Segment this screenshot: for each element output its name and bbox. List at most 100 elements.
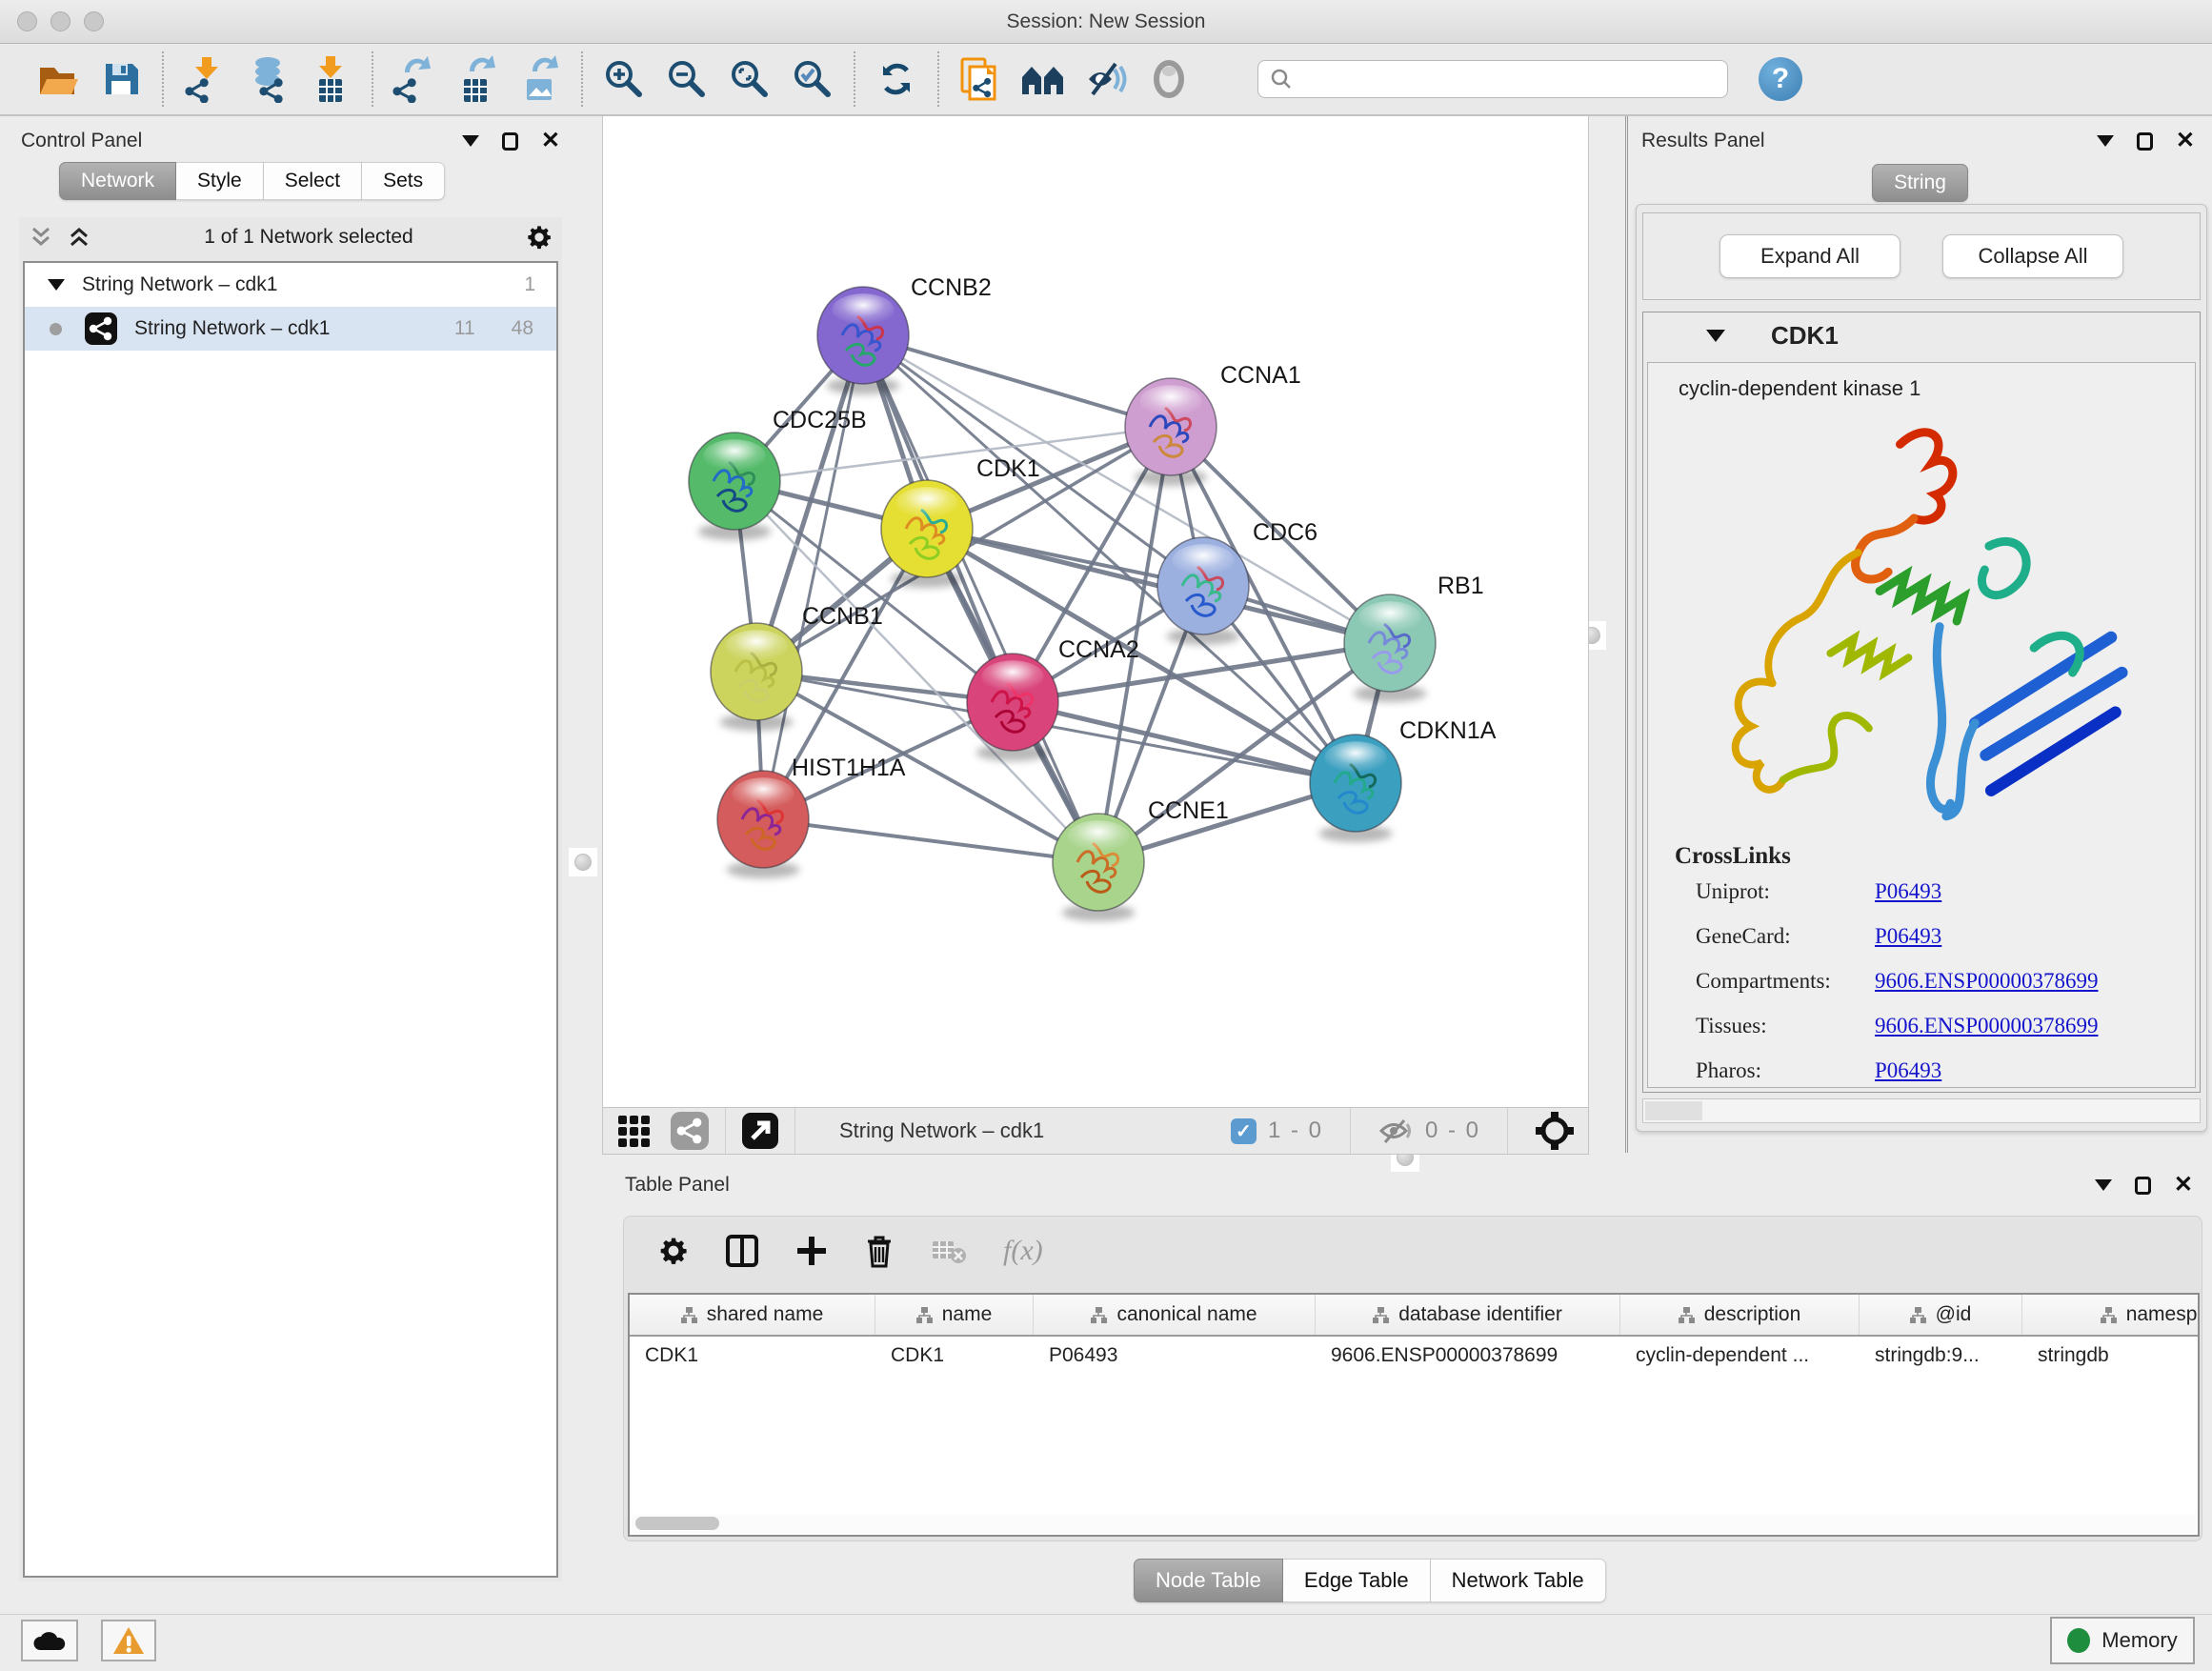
cloud-icon (30, 1627, 69, 1654)
network-node-rb1[interactable] (1344, 594, 1436, 702)
import-network-button[interactable] (173, 49, 236, 110)
zoom-in-button[interactable] (593, 49, 655, 110)
column-header[interactable]: shared name (630, 1295, 875, 1335)
tab-network-table[interactable]: Network Table (1431, 1559, 1606, 1602)
network-edge[interactable] (863, 335, 1098, 862)
network-node-ccnb2[interactable] (817, 287, 909, 394)
node-table[interactable]: shared namenamecanonical namedatabase id… (628, 1293, 2200, 1537)
crosslink-value-link[interactable]: P06493 (1875, 1058, 1941, 1083)
column-header[interactable]: @id (1860, 1295, 2022, 1335)
zoom-fit-button[interactable] (718, 49, 781, 110)
network-node-hist1h1a[interactable] (717, 771, 809, 878)
network-node-cdkn1a[interactable] (1310, 735, 1401, 842)
column-header[interactable]: namespace (2022, 1295, 2200, 1335)
network-edge[interactable] (863, 335, 1171, 427)
expand-all-icon[interactable] (67, 226, 91, 249)
expand-all-button[interactable]: Expand All (1719, 234, 1900, 278)
show-columns-icon[interactable] (725, 1234, 759, 1268)
entry-caret-icon[interactable] (1706, 330, 1725, 342)
network-row[interactable]: String Network – cdk1 11 48 (25, 307, 556, 351)
fit-selected-crosshair-icon[interactable] (1535, 1111, 1575, 1151)
show-all-button[interactable] (1137, 49, 1200, 110)
table-cell[interactable]: CDK1 (630, 1337, 875, 1379)
collapse-all-icon[interactable] (29, 226, 53, 249)
close-panel-icon[interactable]: ✕ (541, 130, 560, 152)
column-header[interactable]: description (1620, 1295, 1860, 1335)
table-cell[interactable]: stringdb (2022, 1337, 2200, 1379)
close-panel-icon[interactable]: ✕ (2174, 1174, 2193, 1197)
tab-edge-table[interactable]: Edge Table (1283, 1559, 1431, 1602)
collapse-all-button[interactable]: Collapse All (1942, 234, 2123, 278)
network-node-cdc25b[interactable] (689, 433, 780, 540)
toolbar-separator (581, 51, 583, 107)
toolbar-separator (937, 51, 939, 107)
crosslink-value-link[interactable]: P06493 (1875, 924, 1941, 949)
memory-button[interactable]: Memory (2050, 1617, 2195, 1664)
search-box[interactable] (1257, 60, 1728, 98)
save-session-button[interactable] (90, 49, 152, 110)
selected-checkbox-icon[interactable]: ✓ (1231, 1118, 1257, 1144)
add-column-icon[interactable] (795, 1235, 828, 1267)
network-canvas[interactable]: CCNB2CCNA1CDC25BCDK1CDC6RB1CCNB1CCNA2CDK… (602, 116, 1589, 1107)
float-panel-icon[interactable] (2135, 1177, 2151, 1195)
collection-caret-icon[interactable] (48, 279, 65, 291)
table-cell[interactable]: P06493 (1034, 1337, 1316, 1379)
table-cell[interactable]: cyclin-dependent ... (1620, 1337, 1860, 1379)
zoom-out-button[interactable] (655, 49, 718, 110)
string-style-icon[interactable] (670, 1111, 710, 1151)
table-h-scrollbar[interactable] (632, 1514, 2196, 1533)
export-network-button[interactable] (383, 49, 446, 110)
table-cell[interactable]: stringdb:9... (1860, 1337, 2022, 1379)
close-panel-icon[interactable]: ✕ (2176, 130, 2195, 152)
gear-icon[interactable] (526, 224, 553, 251)
column-header[interactable]: canonical name (1034, 1295, 1316, 1335)
left-splitter-handle[interactable] (569, 848, 597, 876)
network-collection-row[interactable]: String Network – cdk1 1 (25, 263, 556, 307)
network-status-dot (50, 323, 62, 335)
birds-eye-view-icon[interactable] (616, 1112, 654, 1150)
delete-column-icon[interactable] (864, 1234, 895, 1268)
clone-network-button[interactable] (949, 49, 1012, 110)
network-node-ccne1[interactable] (1053, 814, 1144, 921)
network-edge[interactable] (763, 819, 1098, 862)
search-input[interactable] (1300, 69, 1727, 91)
panel-menu-icon[interactable] (2097, 135, 2114, 147)
table-row[interactable]: CDK1CDK1P064939606.ENSP00000378699cyclin… (630, 1337, 2198, 1379)
help-button[interactable]: ? (1759, 57, 1802, 101)
float-panel-icon[interactable] (2137, 132, 2153, 151)
cloud-button[interactable] (21, 1620, 78, 1661)
export-table-button[interactable] (446, 49, 509, 110)
hide-selected-button[interactable] (1075, 49, 1137, 110)
tab-string[interactable]: String (1872, 164, 1968, 202)
table-cell[interactable]: 9606.ENSP00000378699 (1316, 1337, 1620, 1379)
import-table-button[interactable] (299, 49, 362, 110)
toolbar-separator (1350, 1108, 1351, 1154)
tab-network[interactable]: Network (59, 162, 176, 200)
tab-select[interactable]: Select (264, 162, 362, 200)
refresh-button[interactable] (865, 49, 928, 110)
column-header[interactable]: name (875, 1295, 1034, 1335)
tab-sets[interactable]: Sets (362, 162, 445, 200)
warnings-button[interactable] (101, 1620, 156, 1661)
export-image-button[interactable] (509, 49, 572, 110)
network-node-ccnb1[interactable] (711, 623, 802, 731)
crosslink-value-link[interactable]: P06493 (1875, 879, 1941, 904)
crosslink-value-link[interactable]: 9606.ENSP00000378699 (1875, 1014, 2099, 1038)
import-database-button[interactable] (236, 49, 299, 110)
table-settings-gear-icon[interactable] (658, 1236, 689, 1266)
open-in-window-icon[interactable] (741, 1112, 779, 1150)
zoom-selected-button[interactable] (781, 49, 844, 110)
open-session-button[interactable] (27, 49, 90, 110)
network-node-ccna1[interactable] (1125, 378, 1217, 486)
tab-node-table[interactable]: Node Table (1134, 1559, 1283, 1602)
table-panel-title: Table Panel (625, 1174, 2095, 1197)
first-neighbors-button[interactable] (1012, 49, 1075, 110)
crosslink-value-link[interactable]: 9606.ENSP00000378699 (1875, 969, 2099, 994)
results-scrollbar[interactable] (1642, 1098, 2201, 1123)
table-cell[interactable]: CDK1 (875, 1337, 1034, 1379)
panel-menu-icon[interactable] (462, 135, 479, 147)
tab-style[interactable]: Style (176, 162, 264, 200)
float-panel-icon[interactable] (502, 132, 518, 151)
column-header[interactable]: database identifier (1316, 1295, 1620, 1335)
panel-menu-icon[interactable] (2095, 1179, 2112, 1191)
